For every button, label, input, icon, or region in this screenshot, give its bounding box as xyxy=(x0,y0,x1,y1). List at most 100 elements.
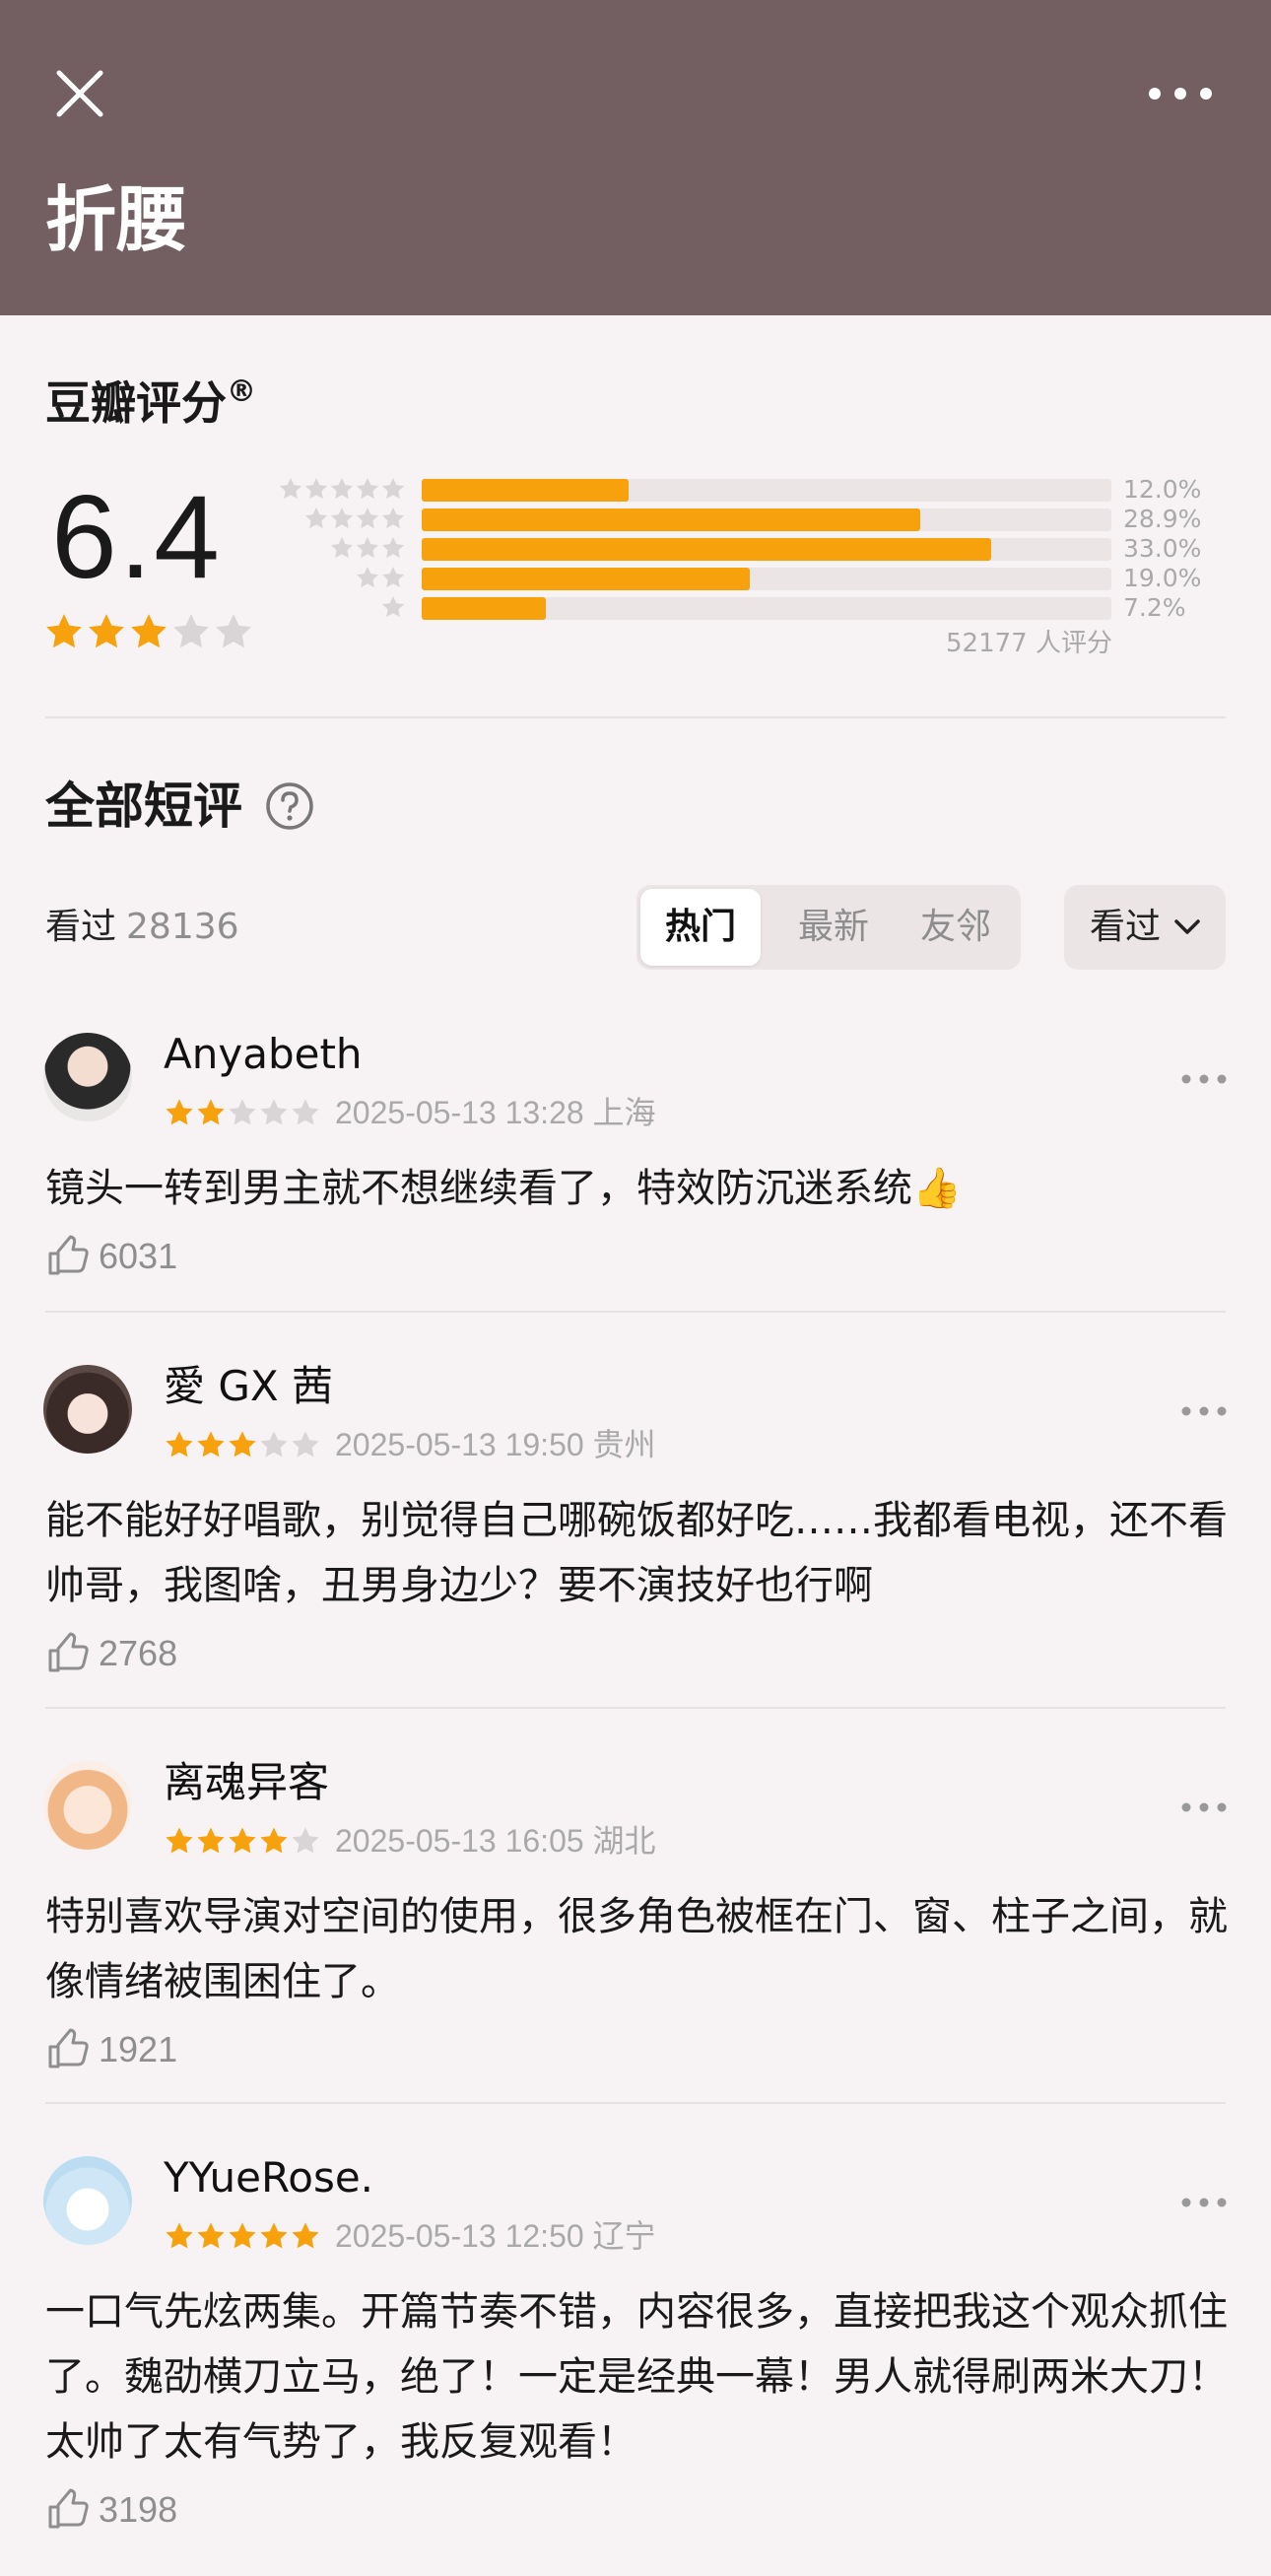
comment-time-location: 2025-05-13 16:05 湖北 xyxy=(335,1823,656,1859)
like-button[interactable]: 2768 xyxy=(45,1628,177,1679)
distribution-stars xyxy=(303,506,406,531)
star-empty-icon xyxy=(381,595,405,618)
comment-more-button[interactable] xyxy=(1176,1064,1232,1094)
star-empty-icon xyxy=(330,536,354,559)
comment-time-location: 2025-05-13 19:50 贵州 xyxy=(335,1427,656,1462)
distribution-stars xyxy=(380,594,406,620)
distribution-row: 12.0% xyxy=(272,473,1228,504)
tab-latest[interactable]: 最新 xyxy=(774,885,893,970)
comment-author[interactable]: YYueRose. xyxy=(164,2150,373,2205)
score-stars xyxy=(43,611,254,652)
rating-label: 豆瓣评分® xyxy=(45,374,256,430)
avatar[interactable] xyxy=(43,1365,132,1454)
distribution-row: 28.9% xyxy=(272,503,1228,533)
thumbs-up-icon xyxy=(48,2028,89,2068)
distribution-stars xyxy=(278,476,406,502)
comment-author[interactable]: Anyabeth xyxy=(164,1027,363,1082)
distribution-track xyxy=(422,538,1111,561)
star-filled-icon xyxy=(166,1099,193,1125)
ratings-count: 52177 人评分 xyxy=(946,629,1112,658)
divider xyxy=(45,1311,1226,1313)
thumbs-up-icon xyxy=(48,1235,89,1275)
tab-hot[interactable]: 热门 xyxy=(640,889,761,966)
star-empty-icon xyxy=(330,477,354,500)
close-button[interactable] xyxy=(47,61,112,126)
star-filled-icon xyxy=(166,2222,193,2249)
watched-filter-dropdown[interactable]: 看过 xyxy=(1064,885,1226,970)
distribution-fill xyxy=(422,508,920,531)
comment-author[interactable]: 愛 GX 茜 xyxy=(164,1359,333,1414)
like-button[interactable]: 1921 xyxy=(45,2024,177,2075)
more-horizontal-icon xyxy=(1149,88,1212,100)
star-empty-icon xyxy=(356,536,379,559)
comment-more-button[interactable] xyxy=(1176,2188,1232,2217)
star-filled-icon xyxy=(166,1431,193,1457)
star-filled-icon xyxy=(229,1431,256,1457)
star-filled-icon xyxy=(166,1827,193,1854)
comment-stars xyxy=(164,1429,321,1460)
avatar[interactable] xyxy=(43,2156,132,2245)
distribution-percent: 28.9% xyxy=(1123,505,1202,533)
like-count: 2768 xyxy=(99,1633,178,1673)
avatar[interactable] xyxy=(43,1033,132,1121)
page-title: 折腰 xyxy=(45,178,188,261)
rating-score: 6.4 xyxy=(51,471,222,603)
comment-time-location: 2025-05-13 13:28 上海 xyxy=(335,1095,656,1130)
more-horizontal-icon xyxy=(1181,2198,1227,2207)
distribution-row: 19.0% xyxy=(272,562,1228,592)
distribution-fill xyxy=(422,597,546,620)
thumbs-up-icon xyxy=(48,1632,89,1672)
more-horizontal-icon xyxy=(1181,1406,1227,1416)
star-empty-icon xyxy=(381,507,405,529)
comment-time-location: 2025-05-13 12:50 辽宁 xyxy=(335,2218,656,2254)
distribution-percent: 7.2% xyxy=(1123,593,1186,622)
distribution-stars xyxy=(329,535,406,561)
distribution-row: 33.0% xyxy=(272,532,1228,563)
like-button[interactable]: 3198 xyxy=(45,2484,177,2536)
rating-distribution: 12.0% 28.9% 33.0% 19.0% 7.2% xyxy=(272,473,1228,622)
star-empty-icon xyxy=(304,477,328,500)
close-icon xyxy=(56,70,103,117)
comment-text: 镜头一转到男主就不想继续看了，特效防沉迷系统👍 xyxy=(45,1166,962,1211)
more-horizontal-icon xyxy=(1181,1802,1227,1812)
distribution-percent: 19.0% xyxy=(1123,564,1202,592)
comment-stars xyxy=(164,1825,321,1857)
star-empty-icon xyxy=(330,507,354,529)
comment-text: 一口气先炫两集。开篇节奏不错，内容很多，直接把我这个观众抓住了。魏劭横刀立马，绝… xyxy=(45,2289,1228,2465)
distribution-fill xyxy=(422,568,750,590)
star-empty-icon xyxy=(173,614,209,648)
star-empty-icon xyxy=(260,1099,288,1125)
sort-tabs: 热门 最新 友邻 xyxy=(636,885,1021,970)
comment-stars xyxy=(164,2220,321,2252)
more-button[interactable] xyxy=(1141,69,1220,118)
comment-stars xyxy=(164,1097,321,1128)
star-empty-icon xyxy=(292,1099,319,1125)
star-filled-icon xyxy=(197,2222,225,2249)
star-empty-icon xyxy=(260,1431,288,1457)
top-bar: 折腰 xyxy=(0,0,1271,315)
star-empty-icon xyxy=(381,566,405,588)
like-button[interactable]: 6031 xyxy=(45,1231,177,1282)
tab-friends[interactable]: 友邻 xyxy=(897,885,1015,970)
star-filled-icon xyxy=(197,1827,225,1854)
comment-more-button[interactable] xyxy=(1176,1396,1232,1426)
star-filled-icon xyxy=(229,2222,256,2249)
comment-text: 特别喜欢导演对空间的使用，很多角色被框在门、窗、柱子之间，就像情绪被围困住了。 xyxy=(45,1894,1228,2004)
help-button[interactable] xyxy=(264,780,315,832)
divider xyxy=(45,716,1226,718)
distribution-track xyxy=(422,508,1111,531)
star-filled-icon xyxy=(292,2222,319,2249)
comment-author[interactable]: 离魂异客 xyxy=(164,1755,329,1810)
avatar[interactable] xyxy=(43,1761,132,1850)
like-count: 3198 xyxy=(99,2489,178,2530)
star-empty-icon xyxy=(381,477,405,500)
comment-meta: 2025-05-13 12:50 辽宁 xyxy=(164,2217,656,2255)
star-filled-icon xyxy=(46,614,82,648)
star-filled-icon xyxy=(197,1099,225,1125)
comment-text: 能不能好好唱歌，别觉得自己哪碗饭都好吃……我都看电视，还不看帅哥，我图啥，丑男身… xyxy=(45,1498,1228,1608)
star-empty-icon xyxy=(381,536,405,559)
star-filled-icon xyxy=(260,1827,288,1854)
comment-meta: 2025-05-13 13:28 上海 xyxy=(164,1094,656,1131)
distribution-track xyxy=(422,479,1111,502)
comment-more-button[interactable] xyxy=(1176,1793,1232,1822)
